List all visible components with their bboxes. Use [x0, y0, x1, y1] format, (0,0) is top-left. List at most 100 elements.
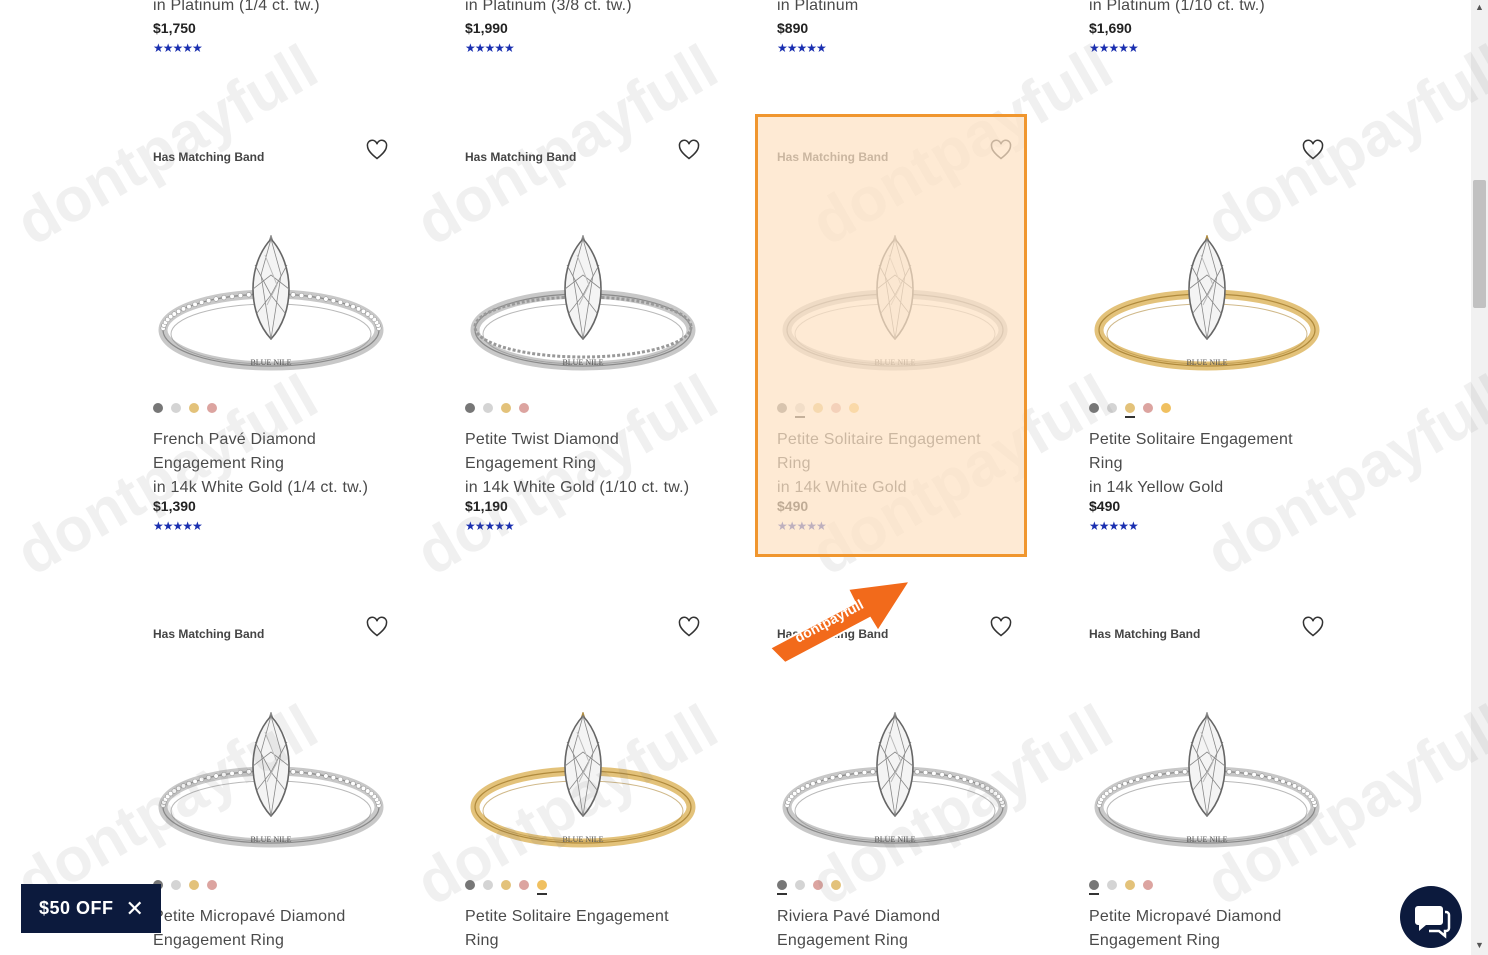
matching-band-badge: Has Matching Band [153, 627, 265, 641]
swatch-platinum[interactable] [465, 403, 475, 413]
heart-icon[interactable] [989, 615, 1013, 639]
product-name[interactable]: Riviera Pavé Diamond Engagement Ring [777, 905, 1017, 953]
ring-image[interactable]: BLUE NILE [777, 710, 1017, 852]
swatch-18k-yellow-gold[interactable] [1161, 403, 1171, 413]
product-price: $890 [777, 20, 809, 36]
swatch-rose-gold[interactable] [831, 403, 841, 413]
product-title[interactable]: Petite Solitaire Engagement Ring in 14k … [777, 428, 1017, 500]
swatch-rose-gold[interactable] [1143, 403, 1153, 413]
ring-image[interactable]: BLUE NILE [1089, 233, 1329, 375]
product-metal: in 14k White Gold (1/4 ct. tw.) [153, 479, 369, 496]
star-rating: ★★★★★ [153, 41, 203, 55]
swatch-yellow-gold[interactable] [501, 880, 511, 890]
chat-button[interactable] [1400, 886, 1462, 948]
ring-image[interactable]: BLUE NILE [465, 710, 705, 852]
ring-image[interactable]: BLUE NILE [1089, 710, 1329, 852]
star-rating: ★★★★★ [465, 41, 515, 55]
product-card-top-4[interactable]: in Platinum (1/10 ct. tw.) $1,690 ★★★★★ [1089, 0, 1329, 55]
product-name[interactable]: Petite Micropavé Diamond Engagement Ring [1089, 905, 1329, 953]
heart-icon[interactable] [989, 138, 1013, 162]
swatch-white-gold[interactable] [483, 403, 493, 413]
swatch-rose-gold[interactable] [207, 880, 217, 890]
product-title[interactable]: Petite Micropavé Diamond Engagement Ring [153, 905, 393, 953]
swatch-platinum[interactable] [1089, 403, 1099, 413]
dontpayfull-arrow: dontpayfull [768, 579, 912, 665]
product-title[interactable]: Petite Twist Diamond Engagement Ring in … [465, 428, 705, 500]
swatch-rose-gold[interactable] [1143, 880, 1153, 890]
product-title[interactable]: Petite Solitaire Engagement Ring in 14k … [1089, 428, 1329, 500]
product-card-top-2[interactable]: in Platinum (3/8 ct. tw.) $1,990 ★★★★★ [465, 0, 705, 55]
swatch-yellow-gold[interactable] [189, 880, 199, 890]
scrollbar-thumb[interactable] [1473, 180, 1486, 308]
matching-band-badge: Has Matching Band [777, 150, 889, 164]
heart-icon[interactable] [1301, 138, 1325, 162]
product-name[interactable]: Petite Solitaire Engagement Ring [1089, 428, 1329, 476]
product-title[interactable]: French Pavé Diamond Engagement Ring in 1… [153, 428, 393, 500]
scroll-up-icon[interactable]: ▲ [1475, 2, 1484, 12]
swatch-yellow-gold[interactable] [501, 403, 511, 413]
swatch-rose-gold[interactable] [207, 403, 217, 413]
product-price: $1,390 [153, 498, 196, 514]
swatch-white-gold[interactable] [483, 880, 493, 890]
swatch-yellow-gold[interactable] [831, 880, 841, 890]
close-icon[interactable]: ✕ [126, 896, 145, 922]
diamond-stone [876, 714, 914, 818]
swatch-white-gold[interactable] [171, 880, 181, 890]
page-scrollbar[interactable]: ▲ ▼ [1471, 0, 1488, 955]
product-title[interactable]: Petite Solitaire Engagement Ring [465, 905, 705, 953]
ring-image[interactable]: BLUE NILE [465, 233, 705, 375]
product-name[interactable]: French Pavé Diamond Engagement Ring [153, 428, 393, 476]
swatch-yellow-gold[interactable] [1125, 880, 1135, 890]
swatch-yellow-gold[interactable] [813, 403, 823, 413]
swatch-rose-gold[interactable] [519, 880, 529, 890]
star-rating: ★★★★★ [153, 519, 203, 533]
swatch-platinum[interactable] [1089, 880, 1099, 895]
heart-icon[interactable] [365, 615, 389, 639]
swatch-rose-gold[interactable] [519, 403, 529, 413]
swatch-18k-yellow-gold[interactable] [849, 403, 859, 413]
swatch-platinum[interactable] [777, 403, 787, 413]
metal-swatches [465, 400, 537, 414]
promo-50-off-button[interactable]: $50 OFF ✕ [21, 884, 161, 933]
swatch-yellow-gold[interactable] [1125, 403, 1135, 418]
swatch-white-gold[interactable] [1107, 403, 1117, 413]
swatch-18k-yellow-gold[interactable] [537, 880, 547, 895]
swatch-platinum[interactable] [465, 880, 475, 890]
star-rating: ★★★★★ [465, 519, 515, 533]
product-name[interactable]: Petite Twist Diamond Engagement Ring [465, 428, 705, 476]
product-price: $1,190 [465, 498, 508, 514]
matching-band-badge: Has Matching Band [153, 150, 265, 164]
product-metal: in Platinum (1/10 ct. tw.) [1089, 0, 1265, 14]
swatch-platinum[interactable] [153, 403, 163, 413]
ring-image[interactable]: BLUE NILE [777, 233, 1017, 375]
promo-label: $50 OFF [39, 898, 114, 918]
product-title[interactable]: Riviera Pavé Diamond Engagement Ring [777, 905, 1017, 953]
product-title[interactable]: Petite Micropavé Diamond Engagement Ring [1089, 905, 1329, 953]
ring-image[interactable]: BLUE NILE [153, 710, 393, 852]
product-name[interactable]: Petite Solitaire Engagement Ring [777, 428, 1017, 476]
swatch-white-gold[interactable] [171, 403, 181, 413]
heart-icon[interactable] [677, 615, 701, 639]
swatch-white-gold[interactable] [795, 403, 805, 418]
diamond-stone [252, 237, 290, 341]
diamond-stone [1188, 237, 1226, 341]
swatch-white-gold[interactable] [795, 880, 805, 890]
product-name[interactable]: Petite Solitaire Engagement Ring [465, 905, 705, 953]
swatch-rose-gold[interactable] [813, 880, 823, 890]
swatch-yellow-gold[interactable] [189, 403, 199, 413]
scroll-down-icon[interactable]: ▼ [1475, 940, 1484, 950]
product-metal: in Platinum (3/8 ct. tw.) [465, 0, 632, 14]
heart-icon[interactable] [365, 138, 389, 162]
product-price: $490 [1089, 498, 1121, 514]
product-card-top-3[interactable]: in Platinum $890 ★★★★★ [777, 0, 1017, 55]
product-card-top-1[interactable]: in Platinum (1/4 ct. tw.) $1,750 ★★★★★ [153, 0, 393, 55]
metal-swatches [1089, 400, 1179, 418]
swatch-white-gold[interactable] [1107, 880, 1117, 890]
star-rating: ★★★★★ [777, 519, 827, 533]
heart-icon[interactable] [1301, 615, 1325, 639]
product-name[interactable]: Petite Micropavé Diamond Engagement Ring [153, 905, 393, 953]
ring-image[interactable]: BLUE NILE [153, 233, 393, 375]
metal-swatches [153, 400, 225, 414]
heart-icon[interactable] [677, 138, 701, 162]
swatch-platinum[interactable] [777, 880, 787, 895]
